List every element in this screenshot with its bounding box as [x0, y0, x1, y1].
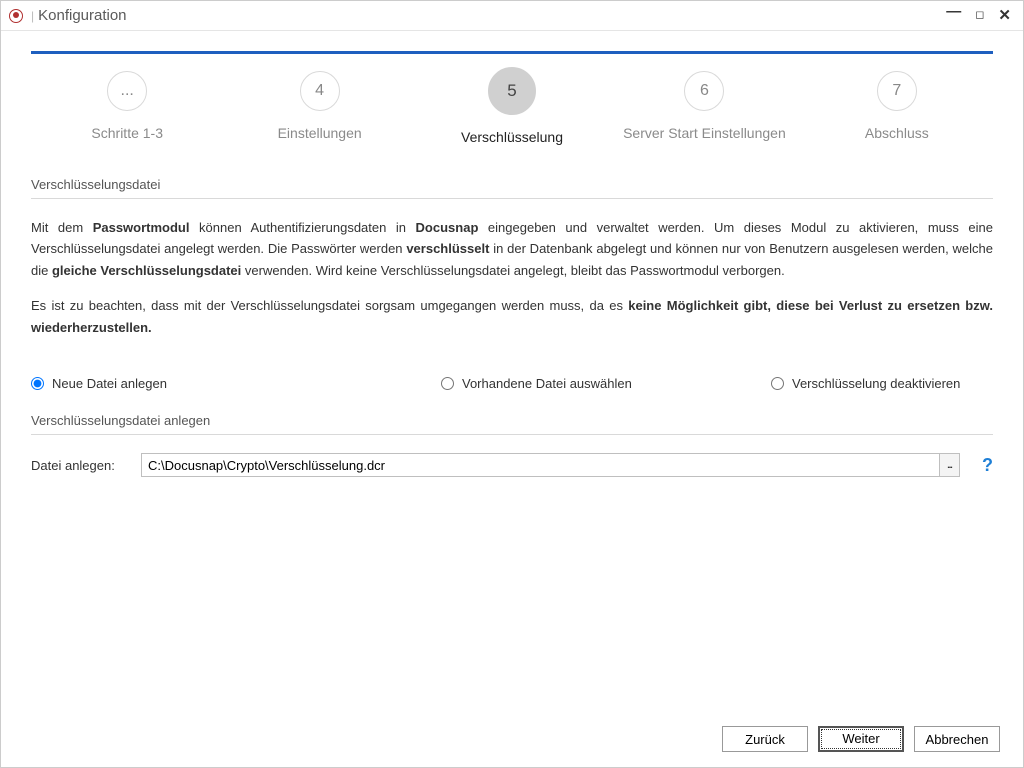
stepper: ... Schritte 1-3 4 Einstellungen 5 Versc… [31, 71, 993, 145]
cancel-button[interactable]: Abbrechen [914, 726, 1000, 752]
radio-label: Verschlüsselung deaktivieren [792, 376, 960, 391]
radio-disable-encryption[interactable]: Verschlüsselung deaktivieren [771, 376, 960, 391]
desc-text: Mit dem [31, 220, 93, 235]
step-circle: 6 [684, 71, 724, 111]
desc-text: können Authentifizierungsdaten in [189, 220, 415, 235]
step-circle: 7 [877, 71, 917, 111]
section-title-create: Verschlüsselungsdatei anlegen [31, 413, 993, 428]
radio-existing-file[interactable]: Vorhandene Datei auswählen [441, 376, 771, 391]
close-icon[interactable]: ✕ [998, 8, 1011, 23]
description: Mit dem Passwortmodul können Authentifiz… [31, 217, 993, 338]
help-icon[interactable]: ? [982, 455, 993, 476]
radio-input-disable[interactable] [771, 377, 784, 390]
window-title: Konfiguration [38, 7, 126, 24]
radio-group: Neue Datei anlegen Vorhandene Datei ausw… [31, 376, 993, 391]
step-encryption: 5 Verschlüsselung [416, 71, 608, 145]
desc-bold: verschlüsselt [406, 241, 489, 256]
radio-input-existing[interactable] [441, 377, 454, 390]
back-button[interactable]: Zurück [722, 726, 808, 752]
step-1-3: ... Schritte 1-3 [31, 71, 223, 141]
file-label: Datei anlegen: [31, 458, 127, 473]
radio-label: Vorhandene Datei auswählen [462, 376, 632, 391]
file-input-wrap: ... [141, 453, 960, 477]
step-label: Einstellungen [278, 125, 362, 141]
file-row: Datei anlegen: ... ? [31, 453, 993, 477]
step-label: Abschluss [865, 125, 929, 141]
divider [31, 434, 993, 435]
desc-text: Es ist zu beachten, dass mit der Verschl… [31, 298, 628, 313]
divider [31, 198, 993, 199]
minimize-icon[interactable]: — [946, 4, 961, 19]
desc-bold: gleiche Verschlüsselungsdatei [52, 263, 241, 278]
desc-text: verwenden. Wird keine Verschlüsselungsda… [241, 263, 784, 278]
step-settings: 4 Einstellungen [223, 71, 415, 141]
step-circle: 4 [300, 71, 340, 111]
next-button[interactable]: Weiter [818, 726, 904, 752]
radio-input-new[interactable] [31, 377, 44, 390]
desc-bold: Passwortmodul [93, 220, 190, 235]
desc-bold: Docusnap [416, 220, 479, 235]
step-label: Verschlüsselung [461, 129, 563, 145]
step-circle: ... [107, 71, 147, 111]
step-server-start: 6 Server Start Einstellungen [608, 71, 800, 141]
maximize-icon[interactable]: ◻ [975, 10, 984, 21]
step-label: Schritte 1-3 [91, 125, 163, 141]
step-label: Server Start Einstellungen [623, 125, 786, 141]
step-circle: 5 [488, 67, 536, 115]
section-title-file: Verschlüsselungsdatei [31, 177, 993, 192]
stepper-track [31, 51, 993, 54]
file-path-input[interactable] [142, 454, 939, 476]
radio-new-file[interactable]: Neue Datei anlegen [31, 376, 441, 391]
browse-button[interactable]: ... [939, 454, 959, 476]
title-separator: | [31, 9, 34, 23]
app-icon [9, 9, 23, 23]
radio-label: Neue Datei anlegen [52, 376, 167, 391]
step-finish: 7 Abschluss [801, 71, 993, 141]
